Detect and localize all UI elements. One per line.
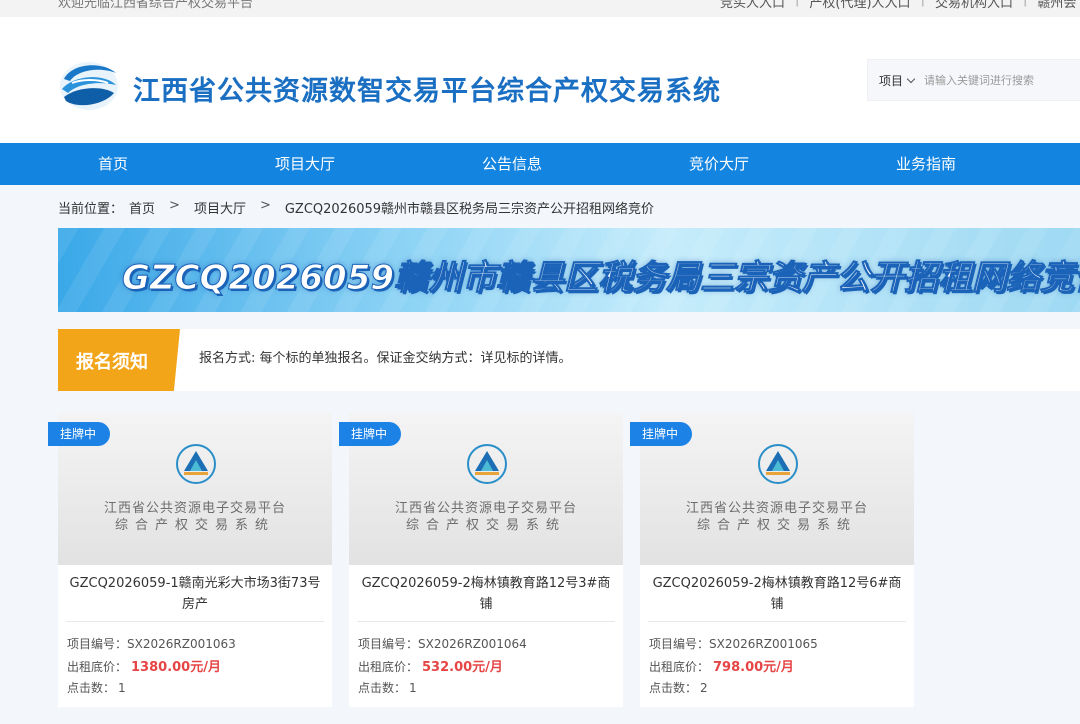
project-code: 项目编号：SX2026RZ001064 (358, 635, 527, 652)
nav-item-business-guide[interactable]: 业务指南 (896, 143, 956, 185)
search-type-select[interactable]: 项目 (879, 72, 916, 89)
rent-price-label: 出租底价： (649, 660, 710, 674)
click-count: 点击数： 2 (649, 679, 708, 696)
project-code: 项目编号：SX2026RZ001063 (67, 635, 236, 652)
breadcrumb: 当前位置： 首页 > 项目大厅 > GZCQ2026059赣州市赣县区税务局三宗… (58, 198, 654, 217)
click-count-value: 1 (118, 681, 126, 695)
site-title: 江西省公共资源数智交易平台综合产权交易系统 (133, 76, 721, 107)
click-count: 点击数： 1 (358, 679, 417, 696)
swirl-logo-icon[interactable] (58, 59, 120, 113)
click-count-value: 1 (409, 681, 417, 695)
bidder-entry-link[interactable]: 竞买人入口 (720, 0, 785, 11)
ganzhou-link[interactable]: 赣州会 (1037, 0, 1076, 11)
rent-price-label: 出租底价： (67, 660, 128, 674)
divider (648, 621, 906, 622)
card-image-caption: 综合产权交易系统 (696, 518, 857, 533)
chevron-down-icon (906, 74, 916, 83)
project-code-value: SX2026RZ001065 (709, 637, 818, 651)
card-image-caption: 综合产权交易系统 (405, 518, 566, 533)
click-count-value: 2 (700, 681, 708, 695)
rent-price-value: 798.00元/月 (713, 660, 794, 675)
project-code-label: 项目编号： (67, 637, 128, 651)
top-links: 竞买人入口 | 产权(代理)人入口 | 交易机构入口 | 赣州会 (720, 0, 1076, 11)
status-badge: 挂牌中 (48, 422, 111, 446)
nav-item-project-hall[interactable]: 项目大厅 (275, 143, 335, 185)
project-card[interactable]: 江西省公共资源电子交易平台 综合产权交易系统 挂牌中 GZCQ2026059-2… (339, 413, 623, 707)
banner-title: GZCQ2026059赣州市赣县区税务局三宗资产公开招租网络竞价 (121, 258, 1080, 299)
status-badge: 挂牌中 (630, 422, 693, 446)
project-card[interactable]: 江西省公共资源电子交易平台 综合产权交易系统 挂牌中 GZCQ2026059-2… (630, 413, 914, 707)
card-image-caption: 综合产权交易系统 (114, 518, 275, 533)
institution-entry-link[interactable]: 交易机构入口 (935, 0, 1013, 11)
divider (66, 621, 324, 622)
platform-logo-icon (758, 444, 798, 484)
project-code: 项目编号：SX2026RZ001065 (649, 635, 818, 652)
notice-text: 报名方式: 每个标的单独报名。保证金交纳方式：详见标的详情。 (199, 351, 572, 366)
breadcrumb-home[interactable]: 首页 (129, 198, 155, 217)
nav-item-announcements[interactable]: 公告信息 (482, 143, 542, 185)
breadcrumb-separator: > (169, 198, 180, 213)
click-count-label: 点击数： (67, 681, 116, 695)
click-count-label: 点击数： (358, 681, 407, 695)
main-nav: 首页 项目大厅 公告信息 竞价大厅 业务指南 (0, 143, 1080, 185)
card-title[interactable]: GZCQ2026059-2梅林镇教育路12号3#商铺 (357, 573, 615, 615)
notice-badge-label: 报名须知 (76, 352, 148, 373)
project-code-value: SX2026RZ001063 (127, 637, 236, 651)
top-strip: 欢迎光临江西省综合产权交易平台 竞买人入口 | 产权(代理)人入口 | 交易机构… (0, 0, 1080, 17)
platform-logo-icon (176, 444, 216, 484)
breadcrumb-project-hall[interactable]: 项目大厅 (194, 198, 246, 217)
owner-agent-entry-link[interactable]: 产权(代理)人入口 (809, 0, 910, 11)
search-type-label: 项目 (879, 73, 904, 88)
registration-notice: 报名须知 报名方式: 每个标的单独报名。保证金交纳方式：详见标的详情。 (58, 329, 1080, 391)
nav-item-home[interactable]: 首页 (98, 143, 128, 185)
project-card[interactable]: 江西省公共资源电子交易平台 综合产权交易系统 挂牌中 GZCQ2026059-1… (48, 413, 332, 707)
click-count: 点击数： 1 (67, 679, 126, 696)
divider: | (921, 0, 925, 11)
click-count-label: 点击数： (649, 681, 698, 695)
card-title[interactable]: GZCQ2026059-2梅林镇教育路12号6#商铺 (648, 573, 906, 615)
platform-logo-icon (467, 444, 507, 484)
rent-price-label: 出租底价： (358, 660, 419, 674)
divider: | (1023, 0, 1027, 11)
welcome-text: 欢迎光临江西省综合产权交易平台 (58, 0, 254, 11)
rent-price: 出租底价： 1380.00元/月 (67, 656, 221, 675)
rent-price: 出租底价： 532.00元/月 (358, 656, 503, 675)
site-header: 江西省公共资源数智交易平台综合产权交易系统 项目 (0, 17, 1080, 143)
breadcrumb-separator: > (259, 198, 271, 213)
card-title[interactable]: GZCQ2026059-1赣南光彩大市场3街73号房产 (66, 573, 324, 615)
search-input[interactable] (924, 73, 1075, 87)
divider: | (795, 0, 799, 11)
search-box: 项目 (867, 59, 1080, 101)
project-banner: GZCQ2026059赣州市赣县区税务局三宗资产公开招租网络竞价 (58, 228, 1080, 312)
project-code-label: 项目编号： (649, 637, 710, 651)
nav-item-bidding-hall[interactable]: 竞价大厅 (689, 143, 749, 185)
divider (357, 621, 615, 622)
breadcrumb-prefix: 当前位置： (58, 202, 124, 217)
status-badge: 挂牌中 (339, 422, 402, 446)
breadcrumb-current: GZCQ2026059赣州市赣县区税务局三宗资产公开招租网络竞价 (284, 202, 655, 217)
project-code-value: SX2026RZ001064 (418, 637, 527, 651)
rent-price: 出租底价： 798.00元/月 (649, 656, 794, 675)
rent-price-value: 532.00元/月 (422, 660, 503, 675)
project-code-label: 项目编号： (358, 637, 419, 651)
rent-price-value: 1380.00元/月 (131, 660, 221, 675)
